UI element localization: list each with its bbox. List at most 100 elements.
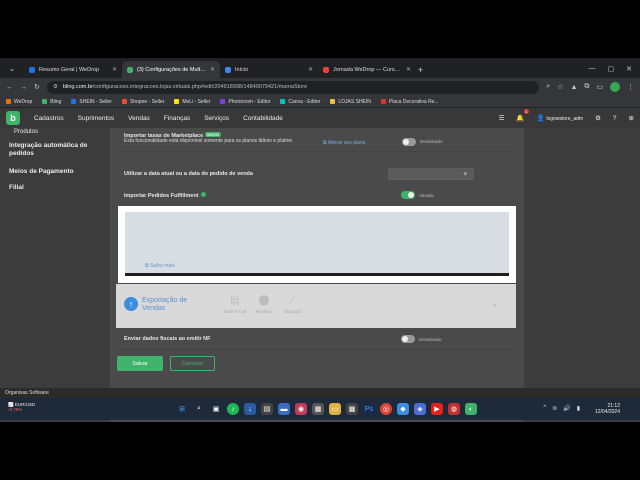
bookmark-bling[interactable]: Bling (42, 99, 61, 105)
nav-financas[interactable]: Finanças (164, 115, 190, 122)
bookmark-photoroom[interactable]: Photoroom - Editor (220, 99, 270, 105)
user-menu[interactable]: 👤 logowstore_adm (537, 114, 584, 122)
bookmark-canva[interactable]: Canva - Editor (280, 99, 320, 105)
nav-cadastros[interactable]: Cadastros (34, 115, 64, 122)
nav-vendas[interactable]: Vendas (128, 115, 150, 122)
tab-close-icon[interactable]: ✕ (308, 66, 313, 73)
app-icon[interactable]: ▤ (261, 403, 273, 415)
help-icon[interactable]: ? (613, 115, 617, 122)
app-icon[interactable]: ▬ (278, 403, 290, 415)
bookmark-label: MeLi - Seller (182, 98, 211, 105)
browser-tab-3[interactable]: Início ✕ (220, 61, 318, 78)
fulfillment-label-text: Importar Pedidos Fulfillment (124, 193, 199, 199)
more-icon[interactable]: ⊕ (629, 114, 634, 122)
wifi-icon[interactable]: ≋ (552, 405, 557, 412)
browser-tab-2[interactable]: (3) Configurações de Multiloja ✕ (122, 61, 220, 78)
taskbar-clock[interactable]: 21:12 12/04/2024 (595, 403, 620, 415)
sidebar-item-filial[interactable]: Filial (0, 184, 33, 192)
youtube-icon[interactable]: ▶ (431, 403, 443, 415)
extensions-puzzle-icon[interactable]: ⧉ (584, 83, 589, 91)
url-input[interactable]: ⚙ bling.com.br/configuracoes.integracoes… (46, 80, 540, 94)
forward-icon[interactable]: → (20, 84, 27, 91)
app-header: b Cadastros Suprimentos Vendas Finanças … (0, 108, 640, 128)
fulfillment-content (125, 212, 509, 276)
chrome-icon[interactable]: ◎ (380, 403, 392, 415)
nav-servicos[interactable]: Serviços (204, 115, 229, 122)
fulfillment-label: Importar Pedidos Fulfillment (124, 192, 206, 199)
site-info-icon[interactable]: ⚙ (53, 84, 58, 90)
app-icon[interactable]: ◆ (397, 403, 409, 415)
notifications-bell-icon[interactable]: 🔔 1 (516, 109, 529, 122)
cancel-button[interactable]: Cancelar (170, 356, 215, 371)
settings-sidebar: Produtos Integração automática de pedido… (0, 128, 108, 422)
browser-menu-icon[interactable]: ⋮ (627, 83, 634, 91)
sidebar-item-integracao[interactable]: Integração automática de pedidos (0, 142, 108, 158)
app-icon[interactable]: ◉ (295, 403, 307, 415)
minimize-icon[interactable]: — (589, 65, 596, 73)
marketplace-fees-state: Desativado (420, 139, 443, 144)
browser-tab-1[interactable]: Resumo Geral | WeDrop ✕ (24, 61, 122, 78)
fulfillment-state: Ativado (419, 193, 435, 198)
bookmark-shein-seller[interactable]: SHEIN - Seller (71, 99, 112, 105)
bookmark-label: Placa Decorativa Re... (388, 98, 439, 105)
ticker-widget[interactable]: 📈 EUR/USD -0,76% (8, 402, 35, 412)
sidebar-item-produtos[interactable]: Produtos (5, 128, 47, 136)
app-icon[interactable]: ↓ (244, 403, 256, 415)
bling-logo[interactable]: b (6, 111, 20, 125)
battery-icon[interactable]: ▮ (577, 405, 580, 412)
bookmark-meli-seller[interactable]: MeLi - Seller (174, 99, 210, 105)
bookmark-wedrop[interactable]: WeDrop (6, 99, 32, 105)
bookmark-favicon-icon (121, 99, 127, 104)
fulfillment-toggle[interactable] (401, 191, 415, 199)
file-explorer-icon[interactable]: ▭ (329, 403, 341, 415)
tab-close-icon[interactable]: ✕ (406, 66, 411, 73)
app-icon[interactable]: ▩ (346, 403, 358, 415)
browser-tab-4[interactable]: Jornada WeDrop — Curso com ✕ (318, 61, 416, 78)
see-more-link[interactable]: ⧉ Saiba mais (145, 263, 175, 269)
photoshop-icon[interactable]: Ps (363, 403, 375, 415)
bookmark-favicon-icon (71, 99, 77, 104)
bookmark-placa[interactable]: Placa Decorativa Re... (380, 98, 439, 105)
settings-gear-icon[interactable]: ⚙ (595, 114, 601, 122)
app-icon[interactable]: ◍ (448, 403, 460, 415)
maximize-icon[interactable]: ▢ (608, 65, 615, 73)
info-icon[interactable] (200, 192, 206, 197)
address-bar: ← → ↻ ⚙ bling.com.br/configuracoes.integ… (0, 78, 640, 96)
spotify-icon[interactable]: ♪ (227, 403, 239, 415)
new-tab-icon[interactable]: + (418, 65, 423, 75)
sidepanel-icon[interactable]: ▭ (596, 83, 603, 91)
tab-favicon-icon (127, 66, 133, 73)
tab-close-icon[interactable]: ✕ (112, 66, 117, 73)
nav-contabilidade[interactable]: Contabilidade (243, 115, 283, 122)
app-icon[interactable]: ◈ (414, 403, 426, 415)
app-icon[interactable]: ▦ (312, 403, 324, 415)
task-view-icon[interactable]: ▣ (210, 403, 222, 415)
sidebar-item-meios-pagamento[interactable]: Meios de Pagamento (0, 168, 83, 176)
bookmark-star-icon[interactable]: ☆ (557, 83, 563, 91)
new-badge: NOVO (205, 132, 221, 137)
reload-icon[interactable]: ↻ (34, 83, 40, 91)
chevron-down-icon[interactable]: ⌄ (492, 300, 498, 308)
profile-avatar[interactable] (610, 82, 620, 92)
windows-start-icon[interactable]: ⊞ (176, 403, 188, 415)
close-window-icon[interactable]: ✕ (626, 65, 632, 73)
change-plan-link[interactable]: ⧉ Alterar seu plano (323, 140, 381, 146)
bookmark-shopee-seller[interactable]: Shopee - Seller (121, 99, 164, 105)
save-button[interactable]: Salvar (117, 356, 163, 371)
tasks-icon[interactable]: ☰ (499, 114, 505, 122)
app-icon[interactable]: ◐ (465, 403, 477, 415)
volume-icon[interactable]: 🔊 (563, 405, 570, 412)
status-bar: Organisas Software (0, 388, 640, 398)
tab-search-icon[interactable]: ⌄ (4, 60, 20, 76)
nav-suprimentos[interactable]: Suprimentos (78, 115, 115, 122)
current-date-select[interactable] (388, 168, 474, 180)
extension-icon[interactable]: ▲ (570, 84, 577, 91)
tab-close-icon[interactable]: ✕ (210, 66, 215, 73)
bookmark-lojas-shein[interactable]: LOJAS SHEIN (330, 99, 371, 105)
marketplace-fees-toggle[interactable] (402, 138, 416, 146)
zoom-icon[interactable]: ⌕ (546, 83, 550, 91)
invoice-toggle[interactable] (401, 335, 415, 343)
tray-chevron-icon[interactable]: ^ (543, 405, 546, 412)
back-icon[interactable]: ← (6, 84, 13, 91)
search-icon[interactable]: ⌕ (193, 403, 205, 415)
